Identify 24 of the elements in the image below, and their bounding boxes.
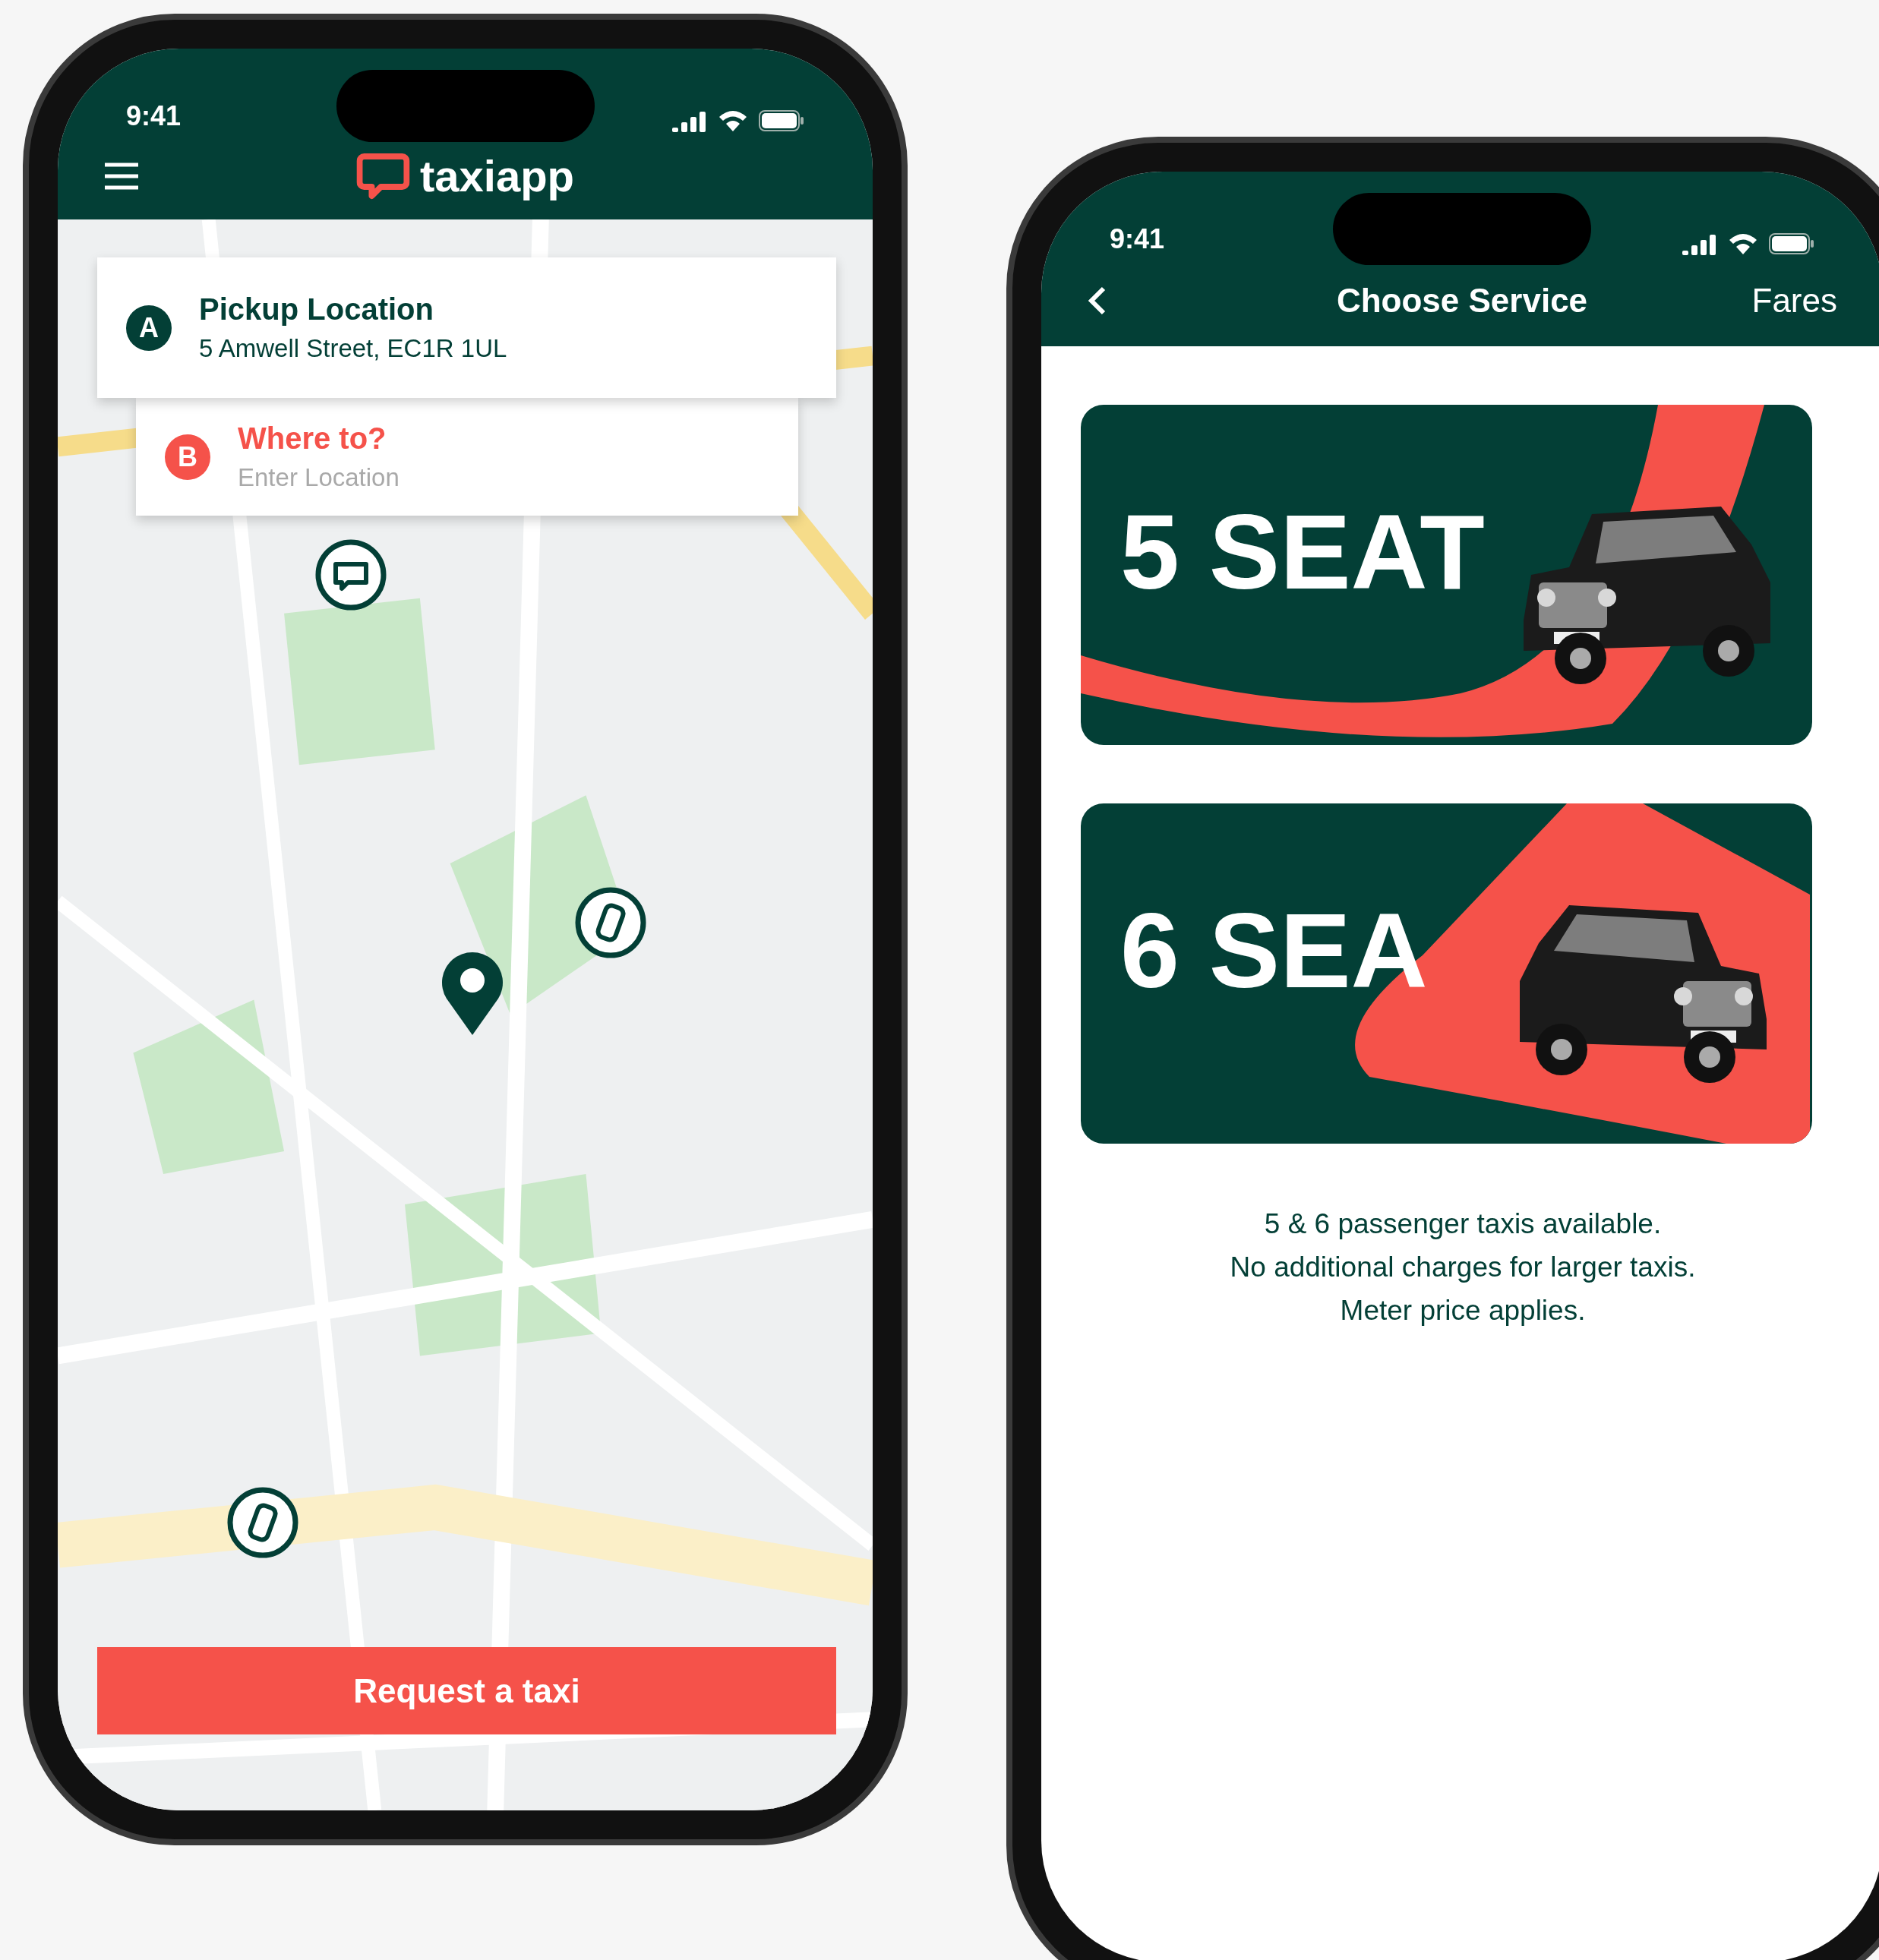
pickup-address: 5 Amwell Street, EC1R 1UL [199, 334, 507, 363]
service-card[interactable]: 6 SEA [1081, 803, 1812, 1144]
fares-link[interactable]: Fares [1751, 282, 1837, 320]
destination-badge: B [165, 434, 210, 480]
pickup-card[interactable]: A Pickup Location 5 Amwell Street, EC1R 1UL [97, 257, 836, 398]
destination-title: Where to? [238, 421, 387, 456]
info-text: 5 & 6 passenger taxis available. No additional charges for larger taxis. Meter price applies. [1229, 1207, 1697, 1327]
battery-icon [759, 109, 804, 132]
wifi-icon [1728, 232, 1758, 255]
signal-icon [1682, 232, 1717, 255]
logo-text: taxiapp [419, 150, 575, 201]
status-time: 9:41 [1110, 223, 1165, 255]
status-time: 9:41 [126, 100, 182, 132]
logo-icon [355, 152, 409, 200]
pickup-title: Pickup Location [199, 292, 434, 327]
back-icon[interactable] [1087, 286, 1107, 316]
signal-icon [672, 109, 707, 132]
screen-title: Choose Service [1336, 282, 1588, 320]
destination-field[interactable]: Enter Location [238, 463, 633, 492]
service-card[interactable]: 5 SEAT [1081, 405, 1812, 745]
battery-icon [1769, 232, 1814, 255]
wifi-icon [718, 109, 748, 132]
pickup-badge: A [126, 305, 172, 351]
menu-icon[interactable] [103, 162, 140, 190]
